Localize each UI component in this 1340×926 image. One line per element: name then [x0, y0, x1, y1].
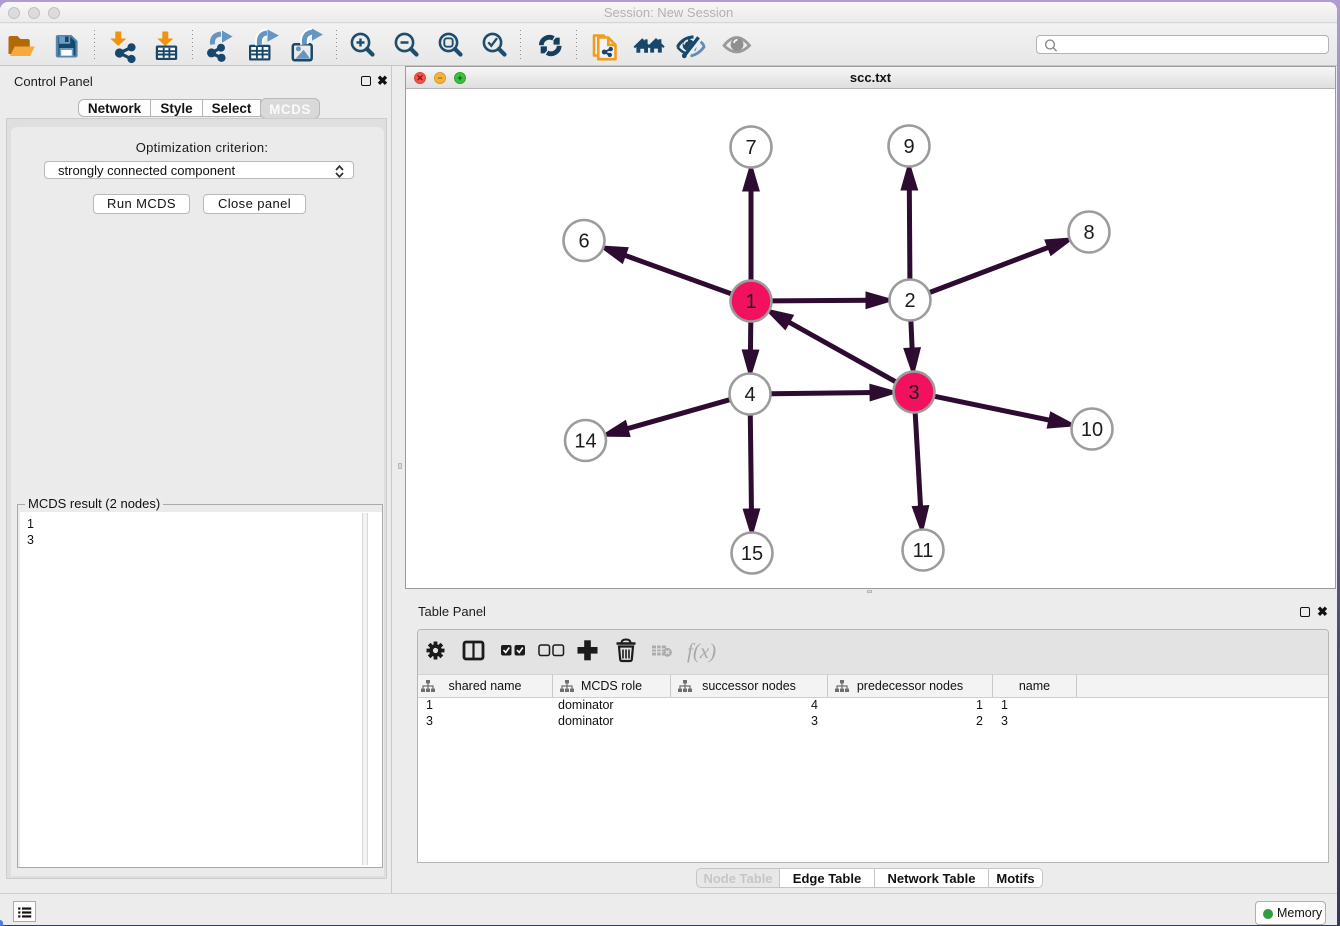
svg-text:10: 10 — [1081, 419, 1103, 441]
svg-text:2: 2 — [904, 290, 915, 312]
svg-text:f(x): f(x) — [687, 639, 716, 663]
svg-text:7: 7 — [745, 137, 756, 159]
svg-text:3: 3 — [908, 382, 919, 404]
svg-text:15: 15 — [741, 543, 763, 565]
svg-text:1: 1 — [745, 291, 756, 313]
svg-text:14: 14 — [574, 431, 596, 453]
svg-text:9: 9 — [903, 136, 914, 158]
svg-text:4: 4 — [744, 384, 755, 406]
svg-text:8: 8 — [1083, 222, 1094, 244]
svg-text:6: 6 — [578, 231, 589, 253]
svg-text:11: 11 — [913, 540, 934, 562]
